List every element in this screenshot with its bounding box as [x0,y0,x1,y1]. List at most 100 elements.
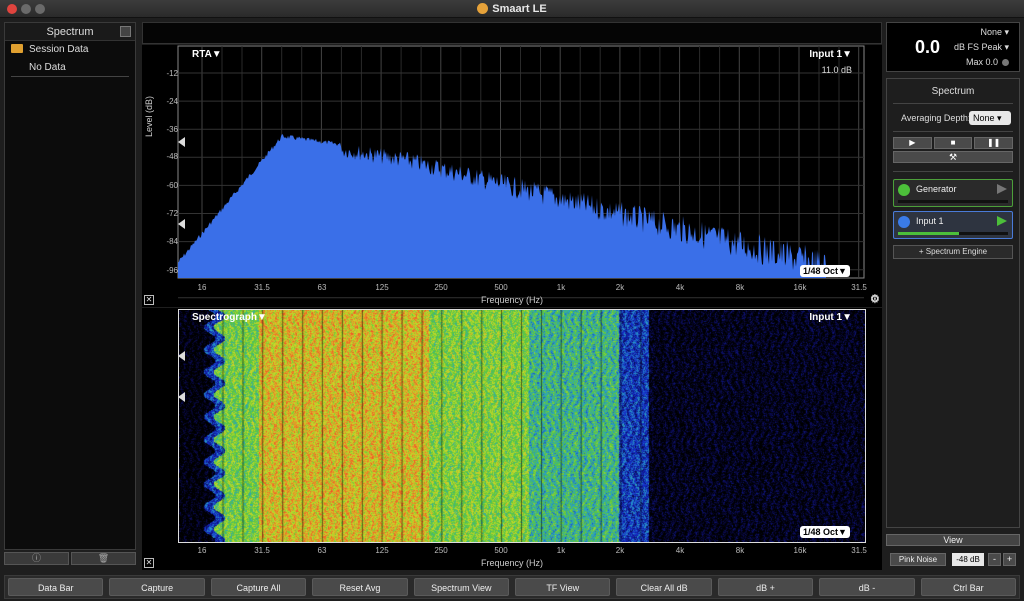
divider [893,171,1013,172]
x-tick: 8k [735,283,745,292]
spectrograph-plot[interactable]: Spectrograph▼ Input 1▼ 1/48 Oct▼ 16 31.5… [142,293,882,570]
spectrograph-close-icon[interactable]: ✕ [144,558,154,568]
window-title: Smaart LE [0,3,1024,15]
info-icon[interactable]: ⓘ [4,552,69,565]
input-1-play-icon[interactable] [997,216,1007,226]
rta-upper-range-handle[interactable] [178,137,185,147]
x-tick: 1k [556,546,566,555]
y-tick: -12 [166,69,178,78]
reset-avg-button[interactable]: Reset Avg [312,578,408,596]
spectrograph-settings-gear-icon[interactable]: ⚙ [870,292,880,305]
y-tick: -36 [166,125,178,134]
y-tick: -48 [166,152,178,161]
meter-value: 0.0 [915,37,941,57]
ctrl-bar-button[interactable]: Ctrl Bar [920,578,1017,596]
rta-x-axis-label: Frequency (Hz) [480,295,543,305]
channel-input-1[interactable]: Input 1 [893,211,1013,239]
channel-generator[interactable]: Generator [893,179,1013,207]
x-tick: 63 [317,546,327,555]
rta-input-selector[interactable]: Input 1▼ [809,49,852,60]
db-plus-button[interactable]: dB + [717,578,814,596]
spectrograph-resolution-selector[interactable]: 1/48 Oct▼ [800,526,850,538]
x-tick: 8k [735,546,745,555]
x-tick: 125 [375,283,389,292]
input-1-label: Input 1 [916,216,944,226]
control-bar-title: Spectrum [931,86,975,97]
title-bar: Smaart LE [0,0,1024,18]
input-1-level-bar [898,232,1008,235]
x-tick: 31.5 [254,546,270,555]
x-tick: 16k [793,283,807,292]
control-bar: Spectrum Averaging Depth: None ▾ ▶ ■ ❚❚ … [886,78,1020,528]
divider [893,103,1013,104]
spectrum-view-button[interactable]: Spectrum View [413,578,510,596]
rta-lower-range-handle[interactable] [178,219,185,229]
generator-status-icon [898,184,910,196]
meter-source-selector[interactable]: None ▾ [980,27,1009,38]
generator-level-bar [898,200,1008,203]
smaart-window: Smaart LE Spectrum Session Data No Data … [0,0,1024,601]
x-tick: 250 [434,283,448,292]
generator-play-icon[interactable] [997,184,1007,194]
tree-item-session-data[interactable]: Session Data [5,41,135,59]
command-bar: Data Bar Capture Capture All Reset Avg S… [4,575,1020,599]
data-bar-title: Spectrum [46,26,94,38]
add-spectrum-engine-button[interactable]: + Spectrum Engine [893,245,1013,259]
pause-button[interactable]: ❚❚ [974,137,1014,149]
data-bar-header: Spectrum [5,23,135,41]
y-tick: -84 [166,237,178,246]
stop-button[interactable]: ■ [933,137,973,149]
spectrograph-input-selector[interactable]: Input 1▼ [809,312,852,323]
meter-scale-selector[interactable]: dB FS Peak ▾ [954,42,1009,53]
spectrograph-lower-handle[interactable] [178,392,185,402]
generator-controls: Pink Noise -48 dB - + [886,553,1020,567]
generator-level-up-button[interactable]: + [1003,553,1016,566]
x-tick: 4k [675,546,685,555]
data-bar-menu-icon[interactable] [120,26,131,37]
db-minus-button[interactable]: dB - [819,578,915,596]
tree-item-no-data: No Data [11,59,129,77]
averaging-depth-select[interactable]: None ▾ [969,111,1011,125]
spectrograph-selector[interactable]: Spectrograph▼ [192,312,267,323]
view-button[interactable]: View [886,534,1020,546]
level-meter[interactable]: 0.0 None ▾ dB FS Peak ▾ Max 0.0 [886,22,1020,72]
clip-indicator-icon [1002,59,1009,66]
rta-measurement-selector[interactable]: RTA▼ [192,49,222,60]
meter-max-readout: Max 0.0 [966,57,1009,67]
x-tick: 4k [675,283,685,292]
capture-all-button[interactable]: Capture All [210,578,307,596]
rta-plot[interactable]: RTA▼ Input 1▼ 11.0 dB Level (dB) -12 -24… [142,45,882,307]
x-tick: 2k [615,546,625,555]
generator-label: Generator [916,184,957,194]
generator-level-field[interactable]: -48 dB [952,553,984,566]
data-bar-panel: Spectrum Session Data No Data [4,22,136,550]
spectrograph-upper-handle[interactable] [178,351,185,361]
x-tick: 31.5 [851,283,867,292]
transport-controls: ▶ ■ ❚❚ [893,137,1014,149]
x-tick: 125 [375,546,389,555]
tools-icon[interactable]: ⚒ [893,151,1013,163]
x-tick: 31.5 [851,546,867,555]
input-1-status-icon [898,216,910,228]
rta-resolution-selector[interactable]: 1/48 Oct▼ [800,265,850,277]
capture-button[interactable]: Capture [109,578,205,596]
generator-level-down-button[interactable]: - [988,553,1001,566]
rta-close-icon[interactable]: ✕ [144,295,154,305]
input-1-level-fill [898,232,959,235]
y-tick: -72 [166,209,178,218]
smaart-app-icon [477,3,489,14]
data-bar-button[interactable]: Data Bar [8,578,104,596]
x-tick: 16 [197,546,207,555]
play-button[interactable]: ▶ [893,137,932,149]
x-tick: 1k [556,283,566,292]
x-tick: 16 [197,283,207,292]
plot-title-strip [142,22,882,44]
trash-icon[interactable]: 🗑 [71,552,136,565]
generator-signal-button[interactable]: Pink Noise [890,553,946,566]
y-tick: -96 [166,266,178,275]
x-tick: 500 [494,283,508,292]
tf-view-button[interactable]: TF View [515,578,611,596]
clear-all-db-button[interactable]: Clear All dB [616,578,712,596]
x-tick: 31.5 [254,283,270,292]
averaging-label: Averaging Depth: [901,113,971,123]
